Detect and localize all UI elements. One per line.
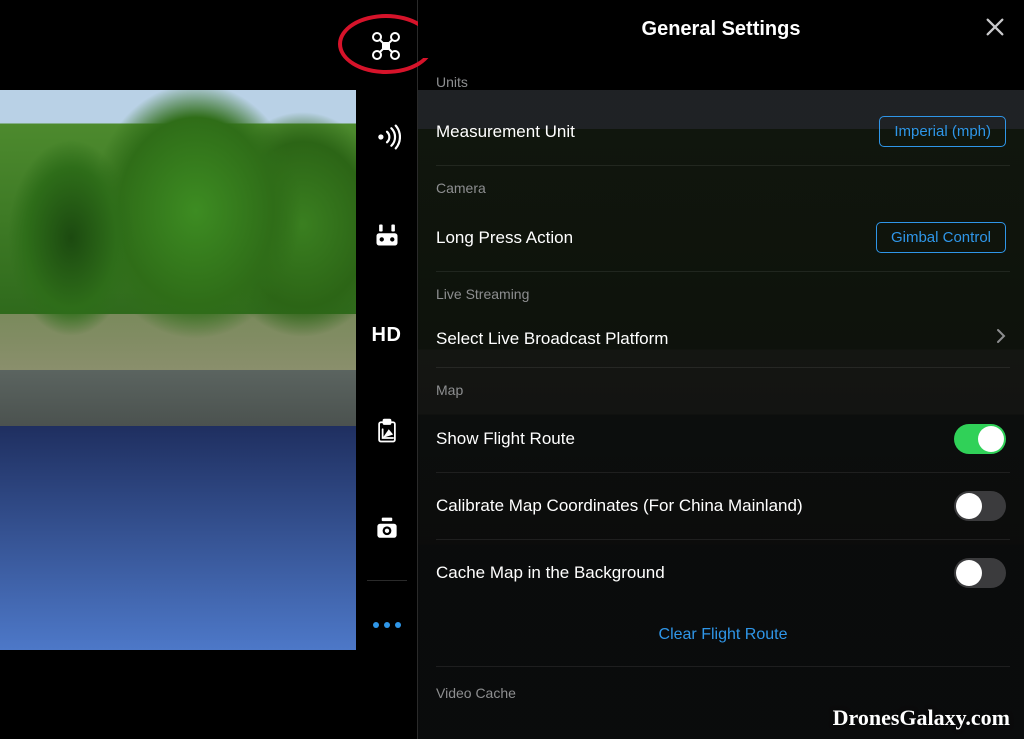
chevron-right-icon — [996, 328, 1006, 349]
more-icon — [373, 622, 401, 628]
signal-icon — [373, 123, 401, 156]
camera-preview — [0, 90, 356, 650]
close-button[interactable] — [980, 14, 1010, 44]
row-clear-flight-route[interactable]: Clear Flight Route — [436, 606, 1010, 667]
long-press-label: Long Press Action — [436, 228, 573, 248]
show-flight-route-toggle[interactable] — [954, 424, 1006, 454]
settings-category-sidebar: HD — [356, 0, 418, 739]
cache-map-toggle[interactable] — [954, 558, 1006, 588]
long-press-value[interactable]: Gimbal Control — [876, 222, 1006, 253]
sidebar-gimbal-tab[interactable] — [356, 482, 418, 580]
close-icon — [984, 16, 1006, 43]
remote-controller-icon — [373, 221, 401, 254]
calibrate-map-label: Calibrate Map Coordinates (For China Mai… — [436, 496, 803, 516]
section-video-cache-label: Video Cache — [436, 667, 1010, 709]
section-units-label: Units — [436, 60, 1010, 98]
hd-icon: HD — [372, 324, 402, 347]
section-map-label: Map — [436, 368, 1010, 406]
sidebar-signal-tab[interactable] — [356, 90, 418, 188]
measurement-unit-value[interactable]: Imperial (mph) — [879, 116, 1006, 147]
settings-list: Units Measurement Unit Imperial (mph) Ca… — [436, 60, 1010, 739]
row-show-flight-route: Show Flight Route — [436, 406, 1010, 473]
sidebar-remote-tab[interactable] — [356, 188, 418, 286]
row-calibrate-map: Calibrate Map Coordinates (For China Mai… — [436, 473, 1010, 540]
row-measurement-unit[interactable]: Measurement Unit Imperial (mph) — [436, 98, 1010, 166]
cache-map-label: Cache Map in the Background — [436, 563, 665, 583]
row-select-broadcast-platform[interactable]: Select Live Broadcast Platform — [436, 310, 1010, 368]
calibrate-map-toggle[interactable] — [954, 491, 1006, 521]
watermark: DronesGalaxy.com — [833, 705, 1010, 731]
sidebar-hd-tab[interactable]: HD — [356, 286, 418, 384]
section-camera-label: Camera — [436, 166, 1010, 204]
settings-title: General Settings — [642, 18, 801, 41]
broadcast-platform-label: Select Live Broadcast Platform — [436, 329, 668, 349]
drone-icon — [370, 30, 402, 67]
gimbal-camera-icon — [373, 515, 401, 548]
row-cache-map: Cache Map in the Background — [436, 540, 1010, 606]
topbar-drone-button[interactable] — [362, 24, 410, 72]
show-flight-route-label: Show Flight Route — [436, 429, 575, 449]
measurement-unit-label: Measurement Unit — [436, 122, 575, 142]
sidebar-battery-tab[interactable] — [356, 384, 418, 482]
section-live-streaming-label: Live Streaming — [436, 272, 1010, 310]
clear-flight-route-link[interactable]: Clear Flight Route — [659, 626, 788, 643]
row-long-press-action[interactable]: Long Press Action Gimbal Control — [436, 204, 1010, 272]
sidebar-more-tab[interactable] — [356, 581, 418, 669]
settings-header: General Settings — [418, 0, 1024, 58]
battery-clipboard-icon — [373, 417, 401, 450]
